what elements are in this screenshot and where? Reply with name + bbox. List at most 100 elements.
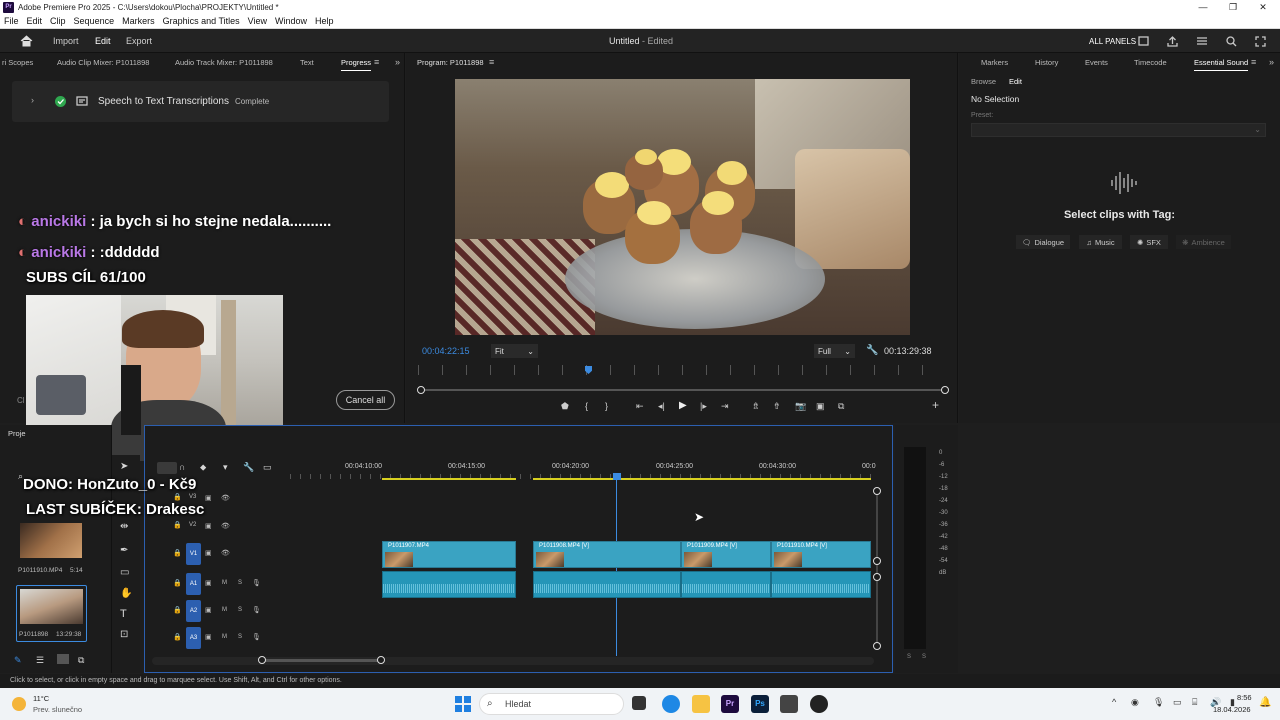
tab-menu-icon[interactable]: ≡ — [374, 57, 379, 67]
scroll-handle[interactable] — [377, 656, 385, 664]
extract-icon[interactable]: ⇮ — [773, 401, 781, 412]
menu-window[interactable]: Window — [271, 16, 311, 26]
weather-temp[interactable]: 11°C — [33, 694, 49, 703]
mark-out-icon[interactable]: } — [605, 401, 608, 411]
taskbar-search[interactable]: ⌕ Hledat — [479, 693, 624, 715]
obs-taskbar-icon[interactable] — [810, 695, 828, 713]
weather-desc[interactable]: Prev. slunečno — [33, 705, 82, 714]
tab-menu-icon[interactable]: ≡ — [1251, 57, 1256, 67]
import-tab[interactable]: Import — [53, 29, 79, 53]
track-label-v3[interactable]: V3 — [189, 494, 196, 500]
menu-view[interactable]: View — [244, 16, 271, 26]
selection-tool-icon[interactable]: ➤ — [120, 461, 128, 472]
rectangle-tool-icon[interactable]: ▭ — [120, 567, 129, 578]
eye-icon[interactable]: 👁 — [221, 494, 230, 502]
lock-icon[interactable]: 🔒 — [173, 549, 182, 557]
program-zoom-bar[interactable] — [420, 389, 948, 391]
search-icon[interactable] — [1226, 29, 1237, 53]
track-label-v2[interactable]: V2 — [189, 522, 196, 528]
export-frame-icon[interactable]: 📷 — [795, 401, 806, 412]
playhead-timecode[interactable]: 00:04:22:15 — [422, 346, 470, 356]
scroll-handle[interactable] — [873, 642, 881, 650]
cancel-all-button[interactable]: Cancel all — [336, 390, 395, 410]
menu-file[interactable]: File — [0, 16, 23, 26]
sync-lock-icon[interactable]: ▣ — [205, 522, 212, 530]
tab-history[interactable]: History — [1035, 58, 1058, 67]
mute-button[interactable]: M — [222, 607, 227, 613]
hand-tool-icon[interactable]: ✋ — [120, 588, 132, 599]
track-label-a2[interactable]: A2 — [186, 600, 201, 622]
lock-icon[interactable]: 🔒 — [173, 521, 182, 529]
timeline-playhead-line[interactable] — [616, 480, 617, 656]
solo-button[interactable]: S — [238, 634, 242, 640]
menu-graphics[interactable]: Graphics and Titles — [159, 16, 244, 26]
tab-text[interactable]: Text — [300, 58, 314, 67]
expand-chevron-icon[interactable]: › — [31, 95, 34, 105]
lock-icon[interactable]: 🔒 — [173, 493, 182, 501]
tab-progress[interactable]: Progress — [341, 58, 372, 71]
audio-clip[interactable] — [681, 571, 771, 598]
audio-clip[interactable] — [771, 571, 871, 598]
video-clip[interactable]: P1011910.MP4 [V] — [771, 541, 871, 568]
video-clip[interactable]: P1011907.MP4 — [382, 541, 516, 568]
add-marker-icon[interactable]: ⬥ — [200, 462, 206, 473]
type-tool-icon[interactable]: T — [120, 608, 127, 620]
play-icon[interactable]: ▶ — [679, 400, 687, 411]
premiere-pro-taskbar-icon[interactable]: Pr — [721, 695, 739, 713]
clock-date[interactable]: 18.04.2026 — [1213, 705, 1251, 714]
multicam-icon[interactable]: ⧉ — [838, 401, 844, 412]
home-icon[interactable] — [20, 29, 33, 53]
tray-chevron-icon[interactable]: ^ — [1112, 697, 1116, 707]
horizontal-scroll-thumb[interactable] — [262, 659, 382, 662]
go-to-out-icon[interactable]: ⇥ — [721, 401, 729, 412]
program-time-ruler[interactable] — [418, 365, 946, 375]
solo-right-button[interactable]: S — [922, 654, 926, 660]
tab-menu-icon[interactable]: ≡ — [489, 57, 494, 67]
video-clip[interactable]: P1011909.MP4 [V] — [681, 541, 771, 568]
solo-left-button[interactable]: S — [907, 654, 911, 660]
menu-clip[interactable]: Clip — [46, 16, 70, 26]
tab-scopes[interactable]: ri Scopes — [2, 58, 33, 67]
zoom-fit-select[interactable]: Fit ⌄ — [491, 344, 538, 358]
music-tag-button[interactable]: ♫ Music — [1079, 235, 1122, 249]
ripple-edit-icon[interactable]: ⇹ — [120, 521, 128, 532]
quick-export-icon[interactable] — [1196, 29, 1208, 53]
panel-overflow-icon[interactable]: » — [1269, 57, 1274, 67]
step-forward-icon[interactable]: |▸ — [700, 401, 707, 412]
go-to-in-icon[interactable]: ⇤ — [636, 401, 644, 412]
program-video-frame[interactable] — [455, 79, 910, 335]
audio-clip[interactable] — [533, 571, 681, 598]
app-taskbar-icon[interactable] — [780, 695, 798, 713]
lock-icon[interactable]: 🔒 — [173, 606, 182, 614]
tab-timecode[interactable]: Timecode — [1134, 58, 1167, 67]
weather-sun-icon[interactable] — [12, 697, 26, 711]
minimize-icon[interactable]: — — [1188, 0, 1218, 14]
sync-lock-icon[interactable]: ▣ — [205, 633, 212, 641]
tab-essential-sound[interactable]: Essential Sound — [1194, 58, 1249, 71]
fullscreen-icon[interactable] — [1255, 29, 1266, 53]
solo-button[interactable]: S — [238, 580, 242, 586]
clock-time[interactable]: 8:56 — [1237, 693, 1252, 702]
preset-select[interactable]: ⌄ — [971, 123, 1266, 137]
sync-lock-icon[interactable]: ▣ — [205, 494, 212, 502]
sync-lock-icon[interactable]: ▣ — [205, 579, 212, 587]
eye-icon[interactable]: 👁 — [221, 549, 230, 557]
vertical-scrollbar[interactable] — [876, 490, 878, 646]
browse-tab[interactable]: Browse — [971, 77, 996, 86]
track-label-a1[interactable]: A1 — [186, 573, 201, 595]
audio-clip[interactable] — [382, 571, 516, 598]
sfx-tag-button[interactable]: ✺ SFX — [1130, 235, 1168, 249]
project-thumbnail[interactable] — [20, 523, 82, 558]
windows-start-icon[interactable] — [455, 696, 471, 712]
add-marker-icon[interactable]: ⬟ — [561, 401, 569, 412]
share-icon[interactable] — [1167, 29, 1178, 53]
export-tab[interactable]: Export — [126, 29, 152, 53]
tab-audio-clip-mixer[interactable]: Audio Clip Mixer: P1011898 — [57, 58, 149, 67]
photoshop-taskbar-icon[interactable]: Ps — [751, 695, 769, 713]
network-icon[interactable]: ⌸ — [1192, 697, 1197, 708]
scroll-handle[interactable] — [258, 656, 266, 664]
menu-edit[interactable]: Edit — [23, 16, 47, 26]
track-label-v1[interactable]: V1 — [186, 543, 201, 565]
menu-markers[interactable]: Markers — [118, 16, 159, 26]
solo-button[interactable]: S — [238, 607, 242, 613]
